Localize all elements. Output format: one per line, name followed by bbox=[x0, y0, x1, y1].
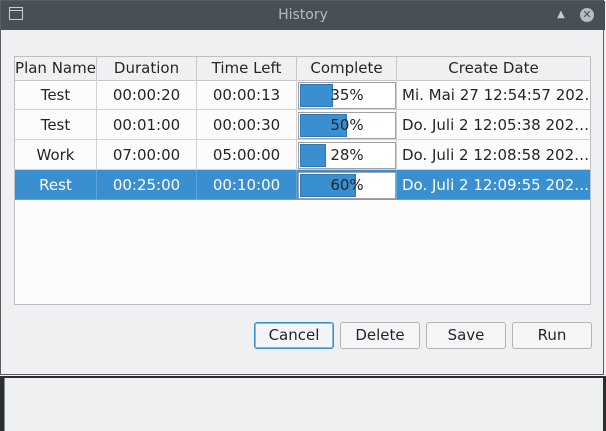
run-button[interactable]: Run bbox=[512, 322, 592, 349]
cancel-button[interactable]: Cancel bbox=[254, 322, 334, 349]
column-header-time-left[interactable]: Time Left bbox=[197, 57, 297, 80]
cell-plan-name[interactable]: Test bbox=[15, 80, 97, 110]
column-header-duration[interactable]: Duration bbox=[97, 57, 197, 80]
cell-time-left[interactable]: 00:00:30 bbox=[197, 110, 297, 140]
cell-duration[interactable]: 00:00:20 bbox=[97, 80, 197, 110]
history-table: Plan Name Duration Time Left Complete Cr… bbox=[14, 56, 591, 305]
cell-time-left[interactable]: 00:00:13 bbox=[197, 80, 297, 110]
cell-duration[interactable]: 00:01:00 bbox=[97, 110, 197, 140]
background-window-content bbox=[4, 378, 603, 431]
cell-duration[interactable]: 07:00:00 bbox=[97, 140, 197, 170]
keep-above-icon[interactable]: ▲ bbox=[555, 8, 567, 22]
progress-label: 35% bbox=[330, 86, 364, 104]
history-dialog: History ▲ ✕ Plan Name Duration Time Left… bbox=[0, 0, 605, 375]
cell-duration[interactable]: 00:25:00 bbox=[97, 170, 197, 200]
cell-create-date[interactable]: Do. Juli 2 12:08:58 202… bbox=[397, 140, 590, 170]
cell-create-date[interactable]: Do. Juli 2 12:09:55 202… bbox=[397, 170, 590, 200]
progress-bar: 60% bbox=[298, 172, 396, 199]
window-title: History bbox=[278, 7, 328, 23]
cell-plan-name[interactable]: Work bbox=[15, 140, 97, 170]
cell-create-date[interactable]: Mi. Mai 27 12:54:57 202… bbox=[397, 80, 590, 110]
table-header: Plan Name Duration Time Left Complete Cr… bbox=[15, 57, 590, 81]
table-row[interactable]: Rest 00:25:00 00:10:00 Do. Juli 2 12:09:55 … bbox=[15, 170, 590, 200]
save-button[interactable]: Save bbox=[426, 322, 506, 349]
progress-bar: 35% bbox=[298, 82, 396, 109]
cell-time-left[interactable]: 00:10:00 bbox=[197, 170, 297, 200]
title-bar[interactable]: History ▲ ✕ bbox=[1, 1, 605, 30]
progress-label: 50% bbox=[330, 116, 364, 134]
progress-label: 60% bbox=[330, 176, 364, 194]
cell-time-left[interactable]: 05:00:00 bbox=[197, 140, 297, 170]
close-icon[interactable]: ✕ bbox=[580, 8, 594, 22]
table-row[interactable]: Test 00:00:20 00:00:13 Mi. Mai 27 12:54:57 … bbox=[15, 80, 590, 110]
cell-plan-name[interactable]: Test bbox=[15, 110, 97, 140]
progress-label: 28% bbox=[330, 146, 364, 164]
column-header-create-date[interactable]: Create Date bbox=[397, 57, 590, 80]
cell-create-date[interactable]: Do. Juli 2 12:05:38 202… bbox=[397, 110, 590, 140]
cell-plan-name[interactable]: Rest bbox=[15, 170, 97, 200]
table-row[interactable]: Work 07:00:00 05:00:00 Do. Juli 2 12:08:58 … bbox=[15, 140, 590, 170]
column-header-complete[interactable]: Complete bbox=[297, 57, 397, 80]
column-header-plan-name[interactable]: Plan Name bbox=[15, 57, 97, 80]
table-row[interactable]: Test 00:01:00 00:00:30 Do. Juli 2 12:05:38 … bbox=[15, 110, 590, 140]
progress-bar: 28% bbox=[298, 142, 396, 169]
delete-button[interactable]: Delete bbox=[340, 322, 420, 349]
progress-bar: 50% bbox=[298, 112, 396, 139]
